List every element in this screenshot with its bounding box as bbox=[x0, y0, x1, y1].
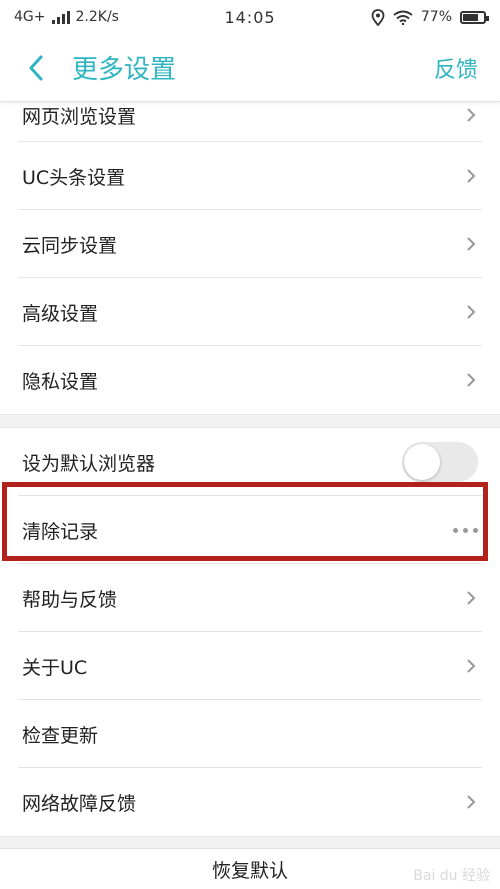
settings-item-label: 检查更新 bbox=[22, 724, 99, 747]
default-browser-toggle[interactable] bbox=[402, 442, 478, 482]
settings-item-privacy[interactable]: 隐私设置 bbox=[0, 346, 500, 414]
settings-item-default-browser: 设为默认浏览器 bbox=[0, 428, 500, 496]
network-type: 4G+ bbox=[14, 9, 46, 25]
settings-item-advanced[interactable]: 高级设置 bbox=[0, 278, 500, 346]
chevron-right-icon bbox=[467, 659, 476, 673]
page-title: 更多设置 bbox=[72, 55, 177, 85]
clock: 14:05 bbox=[224, 7, 276, 27]
chevron-right-icon bbox=[467, 108, 476, 122]
settings-item-label: 网页浏览设置 bbox=[22, 105, 137, 128]
chevron-right-icon bbox=[467, 795, 476, 809]
settings-item-network-feedback[interactable]: 网络故障反馈 bbox=[0, 768, 500, 836]
settings-item-label: 设为默认浏览器 bbox=[22, 452, 156, 475]
settings-item-about[interactable]: 关于UC bbox=[0, 632, 500, 700]
location-icon bbox=[371, 8, 385, 26]
app-header: 更多设置 反馈 bbox=[0, 34, 500, 102]
battery-percent: 77% bbox=[420, 9, 452, 25]
settings-item-web-browsing[interactable]: 网页浏览设置 bbox=[0, 102, 500, 142]
settings-item-label: 清除记录 bbox=[22, 520, 99, 543]
settings-item-label: 隐私设置 bbox=[22, 370, 99, 393]
watermark: Bai du 经验 bbox=[413, 868, 490, 884]
settings-item-clear-records[interactable]: 清除记录 bbox=[0, 496, 500, 564]
network-speed: 2.2K/s bbox=[75, 9, 119, 25]
settings-item-help-feedback[interactable]: 帮助与反馈 bbox=[0, 564, 500, 632]
settings-item-label: 网络故障反馈 bbox=[22, 792, 137, 815]
chevron-right-icon bbox=[467, 169, 476, 183]
restore-defaults-label: 恢复默认 bbox=[211, 859, 288, 882]
chevron-right-icon bbox=[467, 373, 476, 387]
settings-item-uc-headlines[interactable]: UC头条设置 bbox=[0, 142, 500, 210]
chevron-right-icon bbox=[467, 305, 476, 319]
signal-icon bbox=[51, 10, 70, 24]
settings-item-label: 云同步设置 bbox=[22, 234, 118, 257]
settings-item-label: UC头条设置 bbox=[22, 166, 126, 189]
more-icon bbox=[453, 527, 478, 533]
status-left: 4G+ 2.2K/s bbox=[14, 9, 194, 25]
settings-item-check-update[interactable]: 检查更新 bbox=[0, 700, 500, 768]
chevron-right-icon bbox=[467, 591, 476, 605]
settings-item-label: 关于UC bbox=[22, 656, 88, 679]
battery-icon bbox=[460, 10, 489, 24]
status-bar: 4G+ 2.2K/s 14:05 77% bbox=[0, 0, 500, 34]
settings-item-label: 帮助与反馈 bbox=[22, 588, 118, 611]
wifi-icon bbox=[393, 10, 413, 25]
feedback-link[interactable]: 反馈 bbox=[434, 52, 478, 84]
chevron-left-icon bbox=[29, 55, 43, 80]
settings-list: 网页浏览设置 UC头条设置 云同步设置 高级设置 隐私设置 设为默认浏览器 清除… bbox=[0, 102, 500, 850]
settings-item-cloud-sync[interactable]: 云同步设置 bbox=[0, 210, 500, 278]
settings-item-label: 高级设置 bbox=[22, 302, 99, 325]
status-right: 77% bbox=[306, 8, 489, 26]
chevron-right-icon bbox=[467, 237, 476, 251]
section-divider bbox=[0, 414, 500, 428]
back-button[interactable] bbox=[0, 34, 72, 102]
